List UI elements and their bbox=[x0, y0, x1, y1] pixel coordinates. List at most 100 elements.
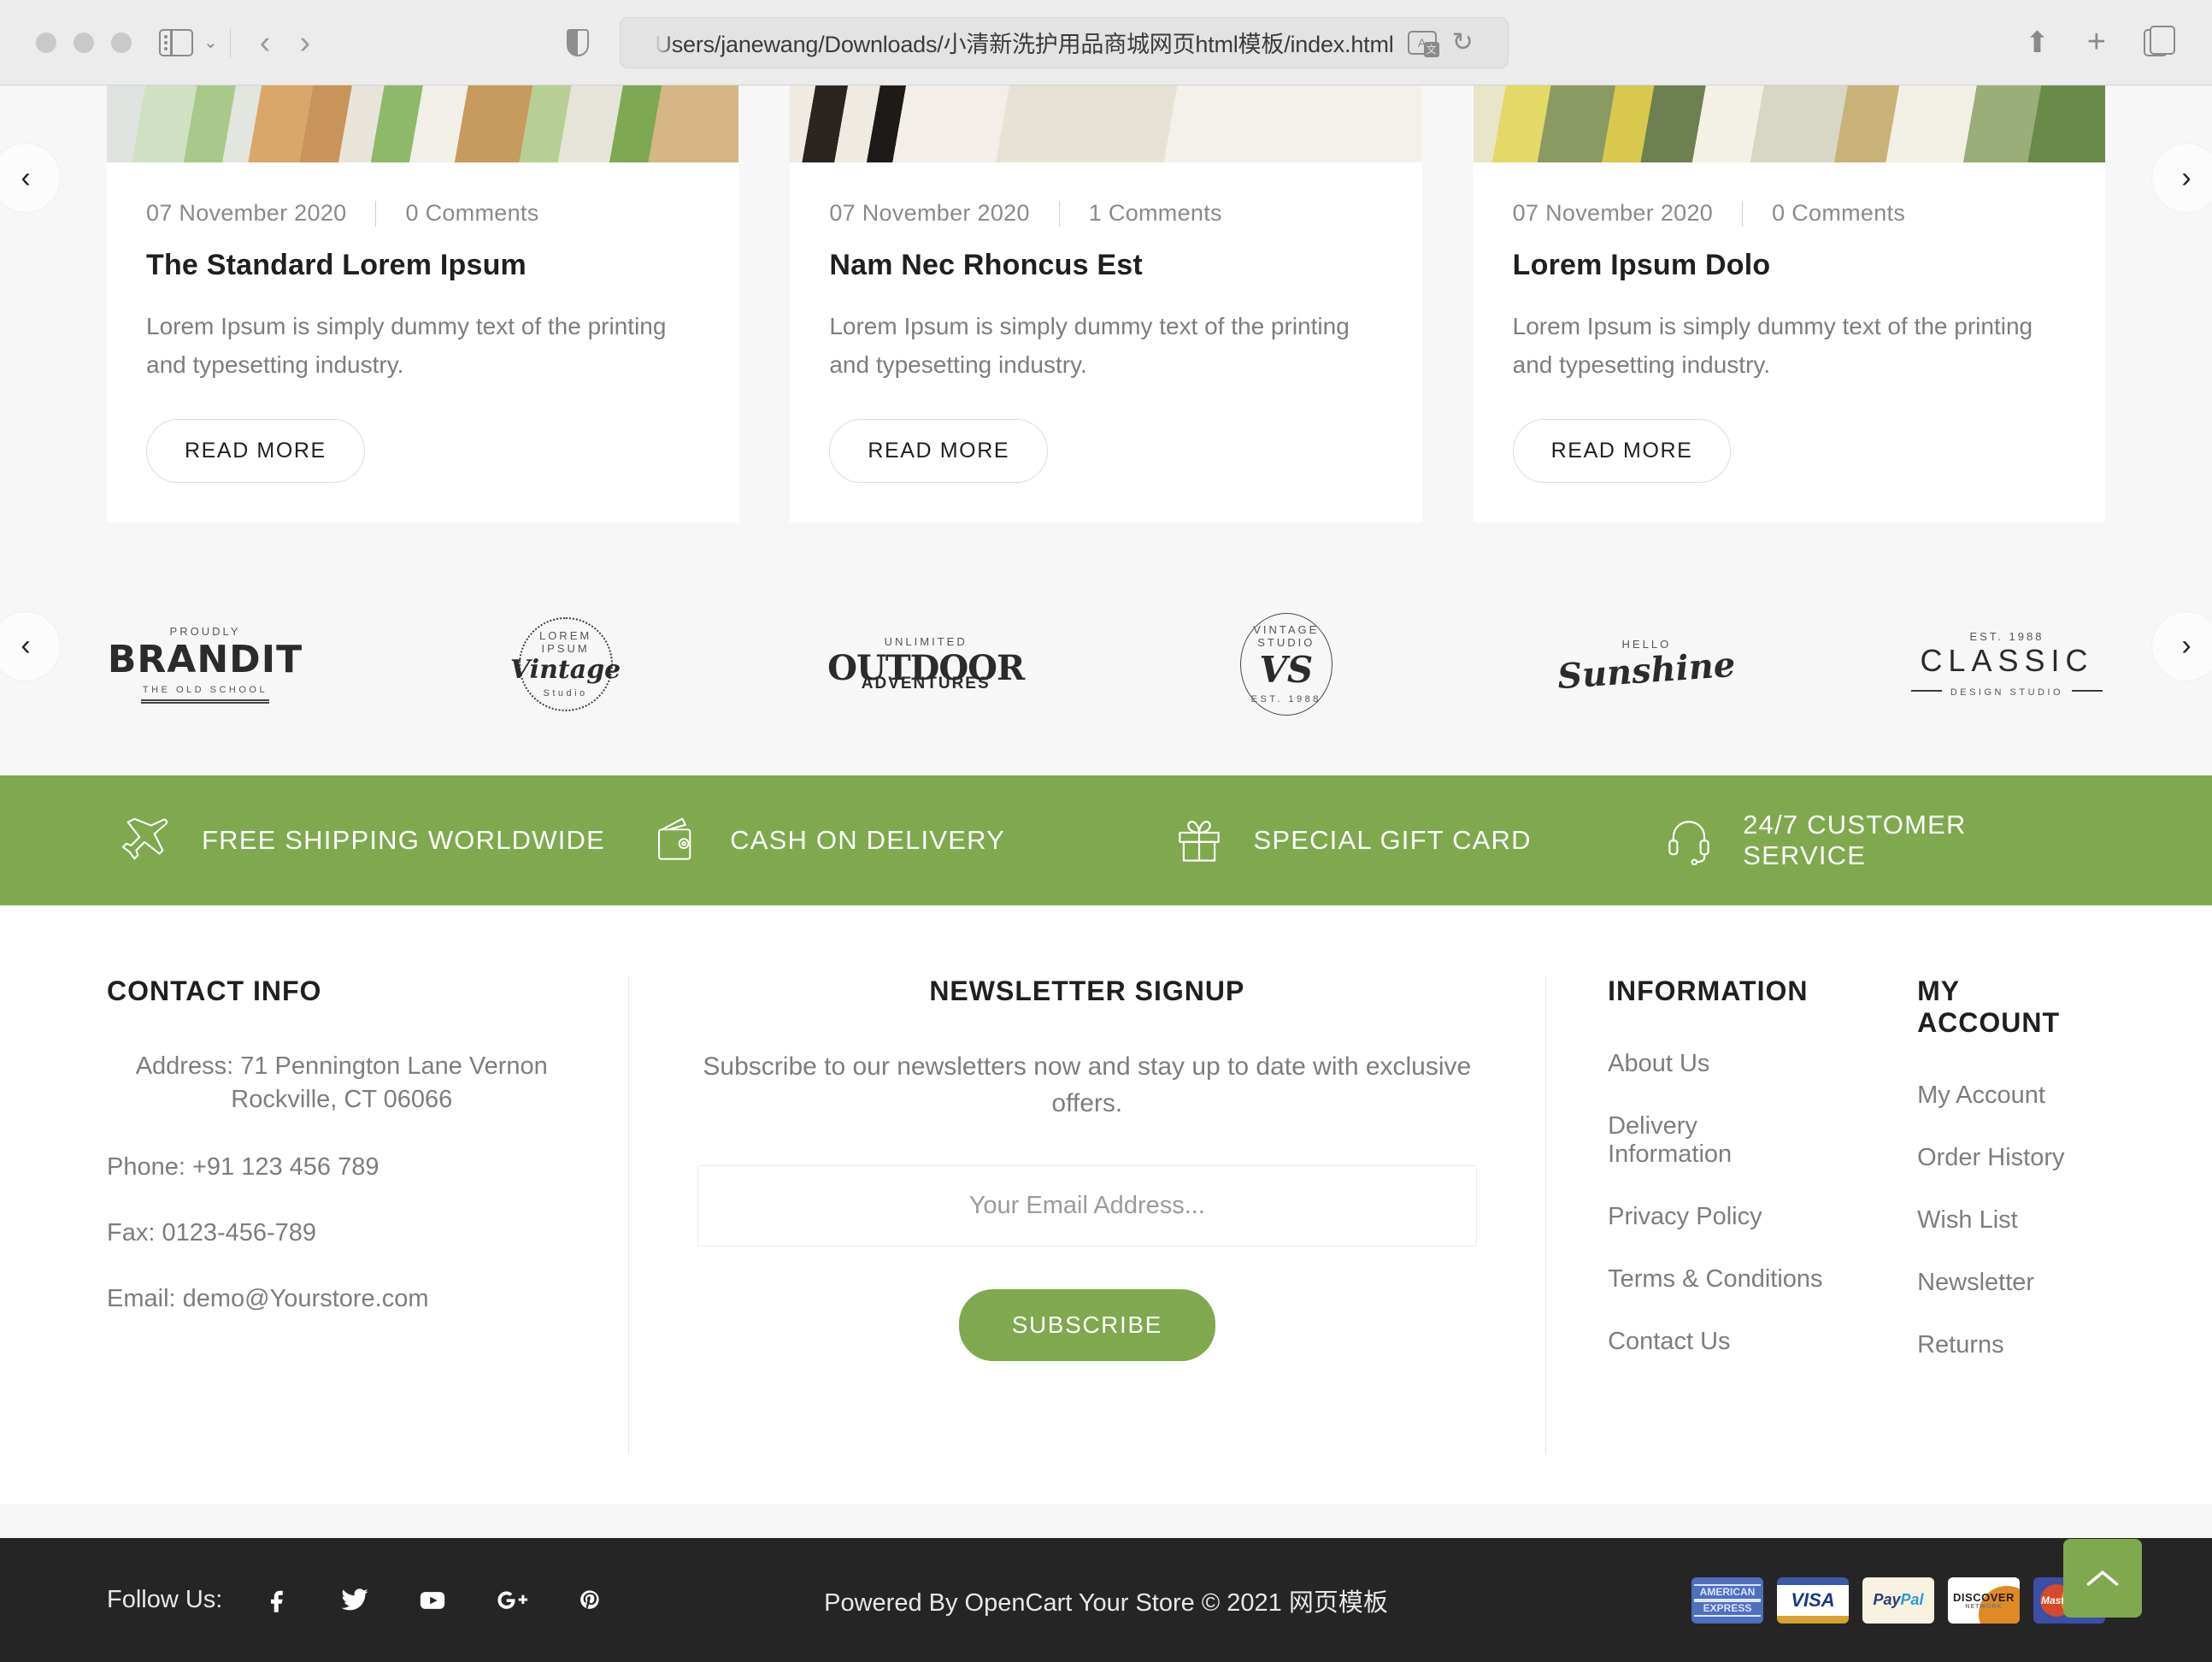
blog-carousel: ‹ › 07 November 2020 0 Comments The Stan… bbox=[0, 85, 2212, 522]
footer-link-terms-conditions[interactable]: Terms & Conditions bbox=[1608, 1265, 1823, 1294]
new-tab-button[interactable]: + bbox=[2087, 24, 2106, 61]
contact-email: Email: demo@Yourstore.com bbox=[107, 1285, 429, 1313]
minimize-window-button[interactable] bbox=[74, 32, 94, 53]
footer-link-my-account[interactable]: My Account bbox=[1917, 1081, 2105, 1110]
blog-card[interactable]: 07 November 2020 0 Comments The Standard… bbox=[107, 85, 739, 522]
brand-logo-classic[interactable]: EST. 1988 CLASSIC DESIGN STUDIO bbox=[1909, 613, 2105, 716]
brand-logo-sub-text: ADVENTURES bbox=[861, 674, 991, 692]
brand-logo-name: Vintage bbox=[509, 655, 621, 686]
blog-comment-count: 0 Comments bbox=[1772, 200, 1906, 226]
brand-logo-top-text: UNLIMITED bbox=[884, 634, 968, 648]
chevron-down-icon[interactable]: ⌄ bbox=[203, 32, 218, 53]
privacy-shield-icon[interactable] bbox=[567, 28, 590, 56]
brand-logo-brandit[interactable]: Proudly BRANDIT THE OLD SCHOOL bbox=[107, 613, 303, 716]
sidebar-toggle-button[interactable]: ⌄ bbox=[159, 28, 218, 56]
footer-contact-column: CONTACT INFO Address: 71 Pennington Lane… bbox=[107, 975, 628, 1504]
brand-logo-top-text: Proudly bbox=[169, 624, 241, 638]
blog-excerpt: Lorem Ipsum is simply dummy text of the … bbox=[1512, 313, 2033, 378]
blog-carousel-next-button[interactable]: › bbox=[2152, 144, 2212, 212]
blog-meta: 07 November 2020 0 Comments bbox=[146, 200, 699, 227]
brand-logo-name: VS bbox=[1259, 649, 1314, 692]
window-traffic-lights[interactable] bbox=[36, 32, 132, 53]
brand-logo-name: CLASSIC bbox=[1920, 643, 2094, 679]
meta-divider bbox=[1742, 200, 1744, 227]
brand-logo-outdoor-adventures[interactable]: UNLIMITED OUTDOOR ADVENTURES bbox=[827, 613, 1025, 716]
brand-logo-rule-left bbox=[1910, 690, 1942, 692]
scroll-to-top-button[interactable] bbox=[2063, 1539, 2142, 1618]
brand-carousel-next-button[interactable]: › bbox=[2152, 611, 2212, 681]
blog-title[interactable]: Nam Nec Rhoncus Est bbox=[829, 249, 1382, 282]
blog-comment-count: 0 Comments bbox=[405, 200, 539, 226]
back-button[interactable]: ‹ bbox=[260, 27, 271, 59]
maximize-window-button[interactable] bbox=[111, 32, 132, 53]
read-more-button[interactable]: READ MORE bbox=[1512, 418, 1732, 483]
contact-address: Address: 71 Pennington Lane Vernon Rockv… bbox=[107, 1050, 577, 1117]
tab-overview-icon[interactable] bbox=[2144, 25, 2175, 56]
blog-date: 07 November 2020 bbox=[829, 200, 1030, 226]
blog-card[interactable]: 07 November 2020 0 Comments Lorem Ipsum … bbox=[1473, 85, 2105, 522]
brand-logo-name: BRANDIT bbox=[107, 637, 303, 681]
close-window-button[interactable] bbox=[36, 32, 56, 53]
footer-link-returns[interactable]: Returns bbox=[1917, 1331, 2105, 1359]
twitter-icon[interactable] bbox=[340, 1586, 369, 1615]
blog-date: 07 November 2020 bbox=[1512, 200, 1714, 226]
brand-carousel-prev-button[interactable]: ‹ bbox=[0, 611, 60, 681]
forward-button[interactable]: › bbox=[299, 27, 310, 59]
information-heading: INFORMATION bbox=[1608, 975, 1809, 1006]
blog-card[interactable]: 07 November 2020 1 Comments Nam Nec Rhon… bbox=[790, 85, 1422, 522]
footer-link-contact-us[interactable]: Contact Us bbox=[1608, 1328, 1823, 1356]
footer-link-privacy-policy[interactable]: Privacy Policy bbox=[1608, 1203, 1823, 1231]
brand-logo-vintage[interactable]: LOREM IPSUM Vintage Studio bbox=[468, 613, 664, 716]
address-bar[interactable]: Users/janewang/Downloads/小清新洗护用品商城网页html… bbox=[620, 16, 1509, 68]
blog-comment-count: 1 Comments bbox=[1088, 200, 1222, 226]
blog-date: 07 November 2020 bbox=[146, 200, 347, 226]
footer-links-columns: INFORMATION About Us Delivery Informatio… bbox=[1546, 975, 2105, 1504]
gift-icon bbox=[1174, 816, 1224, 865]
footer-link-delivery-information[interactable]: Delivery Information bbox=[1608, 1112, 1823, 1169]
pinterest-icon[interactable] bbox=[578, 1586, 602, 1615]
footer-link-wish-list[interactable]: Wish List bbox=[1917, 1206, 2105, 1235]
brand-logo-top-text: EST. 1988 bbox=[1969, 630, 2044, 644]
contact-fax: Fax: 0123-456-789 bbox=[107, 1219, 317, 1247]
brand-logo-sub-text: DESIGN STUDIO bbox=[1950, 687, 2064, 698]
subscribe-button[interactable]: SUBSCRIBE bbox=[958, 1288, 1215, 1361]
airplane-icon bbox=[120, 814, 173, 867]
youtube-icon[interactable] bbox=[417, 1586, 448, 1615]
read-more-button[interactable]: READ MORE bbox=[829, 418, 1049, 483]
page-content: ‹ › 07 November 2020 0 Comments The Stan… bbox=[0, 85, 2212, 1662]
blog-title[interactable]: The Standard Lorem Ipsum bbox=[146, 249, 699, 282]
blog-excerpt: Lorem Ipsum is simply dummy text of the … bbox=[829, 313, 1350, 378]
footer-newsletter-column: NEWSLETTER SIGNUP Subscribe to our newsl… bbox=[629, 975, 1546, 1504]
newsletter-email-input[interactable] bbox=[697, 1164, 1478, 1246]
translate-icon[interactable]: A文 bbox=[1407, 30, 1439, 57]
brand-logo-sub-text: EST. 1988 bbox=[1250, 694, 1321, 705]
brand-logo-sunshine[interactable]: HELLO Sunshine bbox=[1548, 613, 1744, 716]
footer-link-about-us[interactable]: About Us bbox=[1608, 1050, 1823, 1078]
contact-phone: Phone: +91 123 456 789 bbox=[107, 1152, 379, 1181]
blog-title[interactable]: Lorem Ipsum Dolo bbox=[1513, 249, 2066, 282]
read-more-button[interactable]: READ MORE bbox=[146, 418, 365, 483]
contact-info-heading: CONTACT INFO bbox=[107, 975, 322, 1006]
footer-link-order-history[interactable]: Order History bbox=[1917, 1144, 2105, 1172]
brand-logo-top-text: VINTAGE STUDIO bbox=[1253, 623, 1320, 650]
headset-icon bbox=[1664, 816, 1714, 865]
footer-link-newsletter[interactable]: Newsletter bbox=[1917, 1269, 2105, 1297]
address-bar-url: Users/janewang/Downloads/小清新洗护用品商城网页html… bbox=[655, 32, 1394, 57]
newsletter-description: Subscribe to our newsletters now and sta… bbox=[703, 1052, 1472, 1118]
payment-icon-paypal: Pay Pal bbox=[1862, 1577, 1934, 1624]
reload-icon[interactable]: ↻ bbox=[1452, 27, 1474, 57]
google-plus-icon[interactable] bbox=[496, 1586, 530, 1615]
contact-address-line2: Rockville, CT 06066 bbox=[231, 1085, 453, 1113]
share-icon[interactable]: ⬆ bbox=[2025, 26, 2050, 60]
social-links bbox=[267, 1586, 602, 1615]
follow-us-label: Follow Us: bbox=[107, 1586, 223, 1613]
chevron-up-icon bbox=[2086, 1571, 2119, 1586]
brand-logo-vs[interactable]: VINTAGE STUDIO VS EST. 1988 bbox=[1188, 612, 1385, 716]
facebook-icon[interactable] bbox=[267, 1586, 292, 1615]
service-free-shipping: FREE SHIPPING WORLDWIDE bbox=[120, 814, 651, 867]
brand-logo-top-text: HELLO bbox=[1621, 637, 1672, 651]
toolbar-divider bbox=[229, 27, 231, 57]
payment-icon-discover: DISCOVER NETWORK bbox=[1948, 1577, 2020, 1624]
blog-thumbnail-image bbox=[790, 85, 1422, 162]
my-account-heading: MY ACCOUNT bbox=[1917, 975, 2061, 1038]
